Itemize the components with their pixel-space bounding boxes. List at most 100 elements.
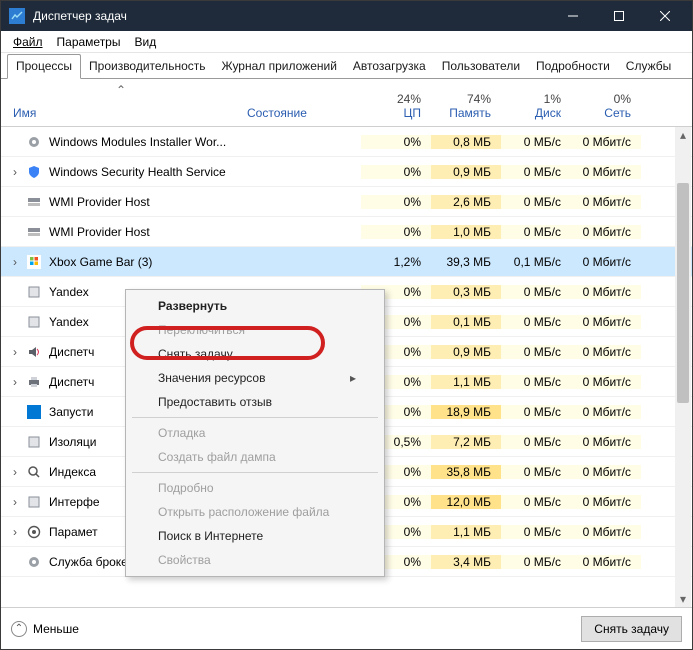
disk-cell: 0 МБ/с <box>501 285 571 299</box>
scroll-down-icon[interactable]: ▾ <box>675 591 691 607</box>
process-icon <box>25 464 43 480</box>
sort-icon: ⌃ <box>116 83 126 97</box>
memory-cell: 1,1 МБ <box>431 525 501 539</box>
cpu-cell: 0% <box>361 165 431 179</box>
process-name: Yandex <box>49 285 89 299</box>
col-disk[interactable]: 1%Диск <box>501 79 571 126</box>
process-name: Yandex <box>49 315 89 329</box>
process-name: Парамет <box>49 525 98 539</box>
col-cpu[interactable]: 24%ЦП <box>361 79 431 126</box>
memory-cell: 3,4 МБ <box>431 555 501 569</box>
network-cell: 0 Мбит/с <box>571 285 641 299</box>
context-separator <box>132 417 378 418</box>
process-row[interactable]: Windows Modules Installer Wor...0%0,8 МБ… <box>1 127 692 157</box>
context-item[interactable]: Развернуть <box>126 294 384 318</box>
process-icon <box>25 314 43 330</box>
memory-cell: 0,3 МБ <box>431 285 501 299</box>
process-icon <box>25 344 43 360</box>
footer-bar: ⌃ Меньше Снять задачу <box>1 607 692 649</box>
tab-app-history[interactable]: Журнал приложений <box>214 55 345 78</box>
process-name: Xbox Game Bar (3) <box>49 255 152 269</box>
process-icon <box>25 434 43 450</box>
process-icon <box>25 374 43 390</box>
process-icon <box>25 554 43 570</box>
disk-cell: 0 МБ/с <box>501 165 571 179</box>
network-cell: 0 Мбит/с <box>571 405 641 419</box>
process-row[interactable]: ›Windows Security Health Service0%0,9 МБ… <box>1 157 692 187</box>
expand-toggle[interactable]: › <box>5 375 25 389</box>
expand-toggle[interactable]: › <box>5 255 25 269</box>
process-name: Изоляци <box>49 435 96 449</box>
expand-toggle[interactable]: › <box>5 495 25 509</box>
memory-cell: 12,0 МБ <box>431 495 501 509</box>
process-icon <box>25 284 43 300</box>
context-item[interactable]: Поиск в Интернете <box>126 524 384 548</box>
maximize-button[interactable] <box>596 1 642 31</box>
process-icon <box>25 224 43 240</box>
menu-options[interactable]: Параметры <box>51 33 127 51</box>
process-name: Интерфе <box>49 495 100 509</box>
process-icon <box>25 494 43 510</box>
end-task-button[interactable]: Снять задачу <box>581 616 682 642</box>
window-title: Диспетчер задач <box>33 9 550 23</box>
expand-toggle[interactable]: › <box>5 165 25 179</box>
tab-services[interactable]: Службы <box>618 55 679 78</box>
fewer-details-toggle[interactable]: ⌃ Меньше <box>11 621 581 637</box>
memory-cell: 0,9 МБ <box>431 345 501 359</box>
process-row[interactable]: WMI Provider Host0%1,0 МБ0 МБ/с0 Мбит/с <box>1 217 692 247</box>
submenu-arrow-icon: ▸ <box>350 371 356 385</box>
process-name: Windows Security Health Service <box>49 165 226 179</box>
memory-cell: 2,6 МБ <box>431 195 501 209</box>
memory-cell: 35,8 МБ <box>431 465 501 479</box>
col-memory[interactable]: 74%Память <box>431 79 501 126</box>
vertical-scrollbar[interactable]: ▴ ▾ <box>675 127 691 607</box>
network-cell: 0 Мбит/с <box>571 225 641 239</box>
tab-details[interactable]: Подробности <box>528 55 618 78</box>
process-name: Диспетч <box>49 345 94 359</box>
disk-cell: 0 МБ/с <box>501 345 571 359</box>
context-separator <box>132 472 378 473</box>
scroll-track[interactable] <box>675 143 691 591</box>
process-row[interactable]: ›Xbox Game Bar (3)1,2%39,3 МБ0,1 МБ/с0 М… <box>1 247 692 277</box>
tab-users[interactable]: Пользователи <box>434 55 528 78</box>
cpu-cell: 1,2% <box>361 255 431 269</box>
titlebar[interactable]: Диспетчер задач <box>1 1 692 31</box>
network-cell: 0 Мбит/с <box>571 315 641 329</box>
col-status[interactable]: Состояние <box>241 79 361 126</box>
col-name[interactable]: ⌃ Имя <box>1 79 241 126</box>
tabbar: Процессы Производительность Журнал прило… <box>1 53 692 79</box>
process-icon <box>25 194 43 210</box>
expand-toggle[interactable]: › <box>5 345 25 359</box>
close-button[interactable] <box>642 1 688 31</box>
menu-file[interactable]: Файл <box>7 33 49 51</box>
process-name: Windows Modules Installer Wor... <box>49 135 226 149</box>
col-network[interactable]: 0%Сеть <box>571 79 641 126</box>
menubar: Файл Параметры Вид <box>1 31 692 53</box>
disk-cell: 0 МБ/с <box>501 195 571 209</box>
process-icon <box>25 524 43 540</box>
tab-processes[interactable]: Процессы <box>7 54 81 79</box>
menu-view[interactable]: Вид <box>128 33 162 51</box>
process-row[interactable]: WMI Provider Host0%2,6 МБ0 МБ/с0 Мбит/с <box>1 187 692 217</box>
disk-cell: 0 МБ/с <box>501 315 571 329</box>
fewer-label: Меньше <box>33 622 79 636</box>
disk-cell: 0 МБ/с <box>501 435 571 449</box>
context-item[interactable]: Предоставить отзыв <box>126 390 384 414</box>
context-item: Переключиться <box>126 318 384 342</box>
process-name: Запусти <box>49 405 93 419</box>
tab-performance[interactable]: Производительность <box>81 55 213 78</box>
scroll-thumb[interactable] <box>677 183 689 403</box>
memory-cell: 7,2 МБ <box>431 435 501 449</box>
tab-startup[interactable]: Автозагрузка <box>345 55 434 78</box>
scroll-up-icon[interactable]: ▴ <box>675 127 691 143</box>
expand-toggle[interactable]: › <box>5 465 25 479</box>
minimize-button[interactable] <box>550 1 596 31</box>
process-icon <box>25 254 43 270</box>
expand-toggle[interactable]: › <box>5 525 25 539</box>
chevron-up-icon: ⌃ <box>11 621 27 637</box>
context-item[interactable]: Снять задачу <box>126 342 384 366</box>
app-icon <box>9 8 25 24</box>
network-cell: 0 Мбит/с <box>571 525 641 539</box>
context-item[interactable]: Значения ресурсов▸ <box>126 366 384 390</box>
memory-cell: 0,8 МБ <box>431 135 501 149</box>
